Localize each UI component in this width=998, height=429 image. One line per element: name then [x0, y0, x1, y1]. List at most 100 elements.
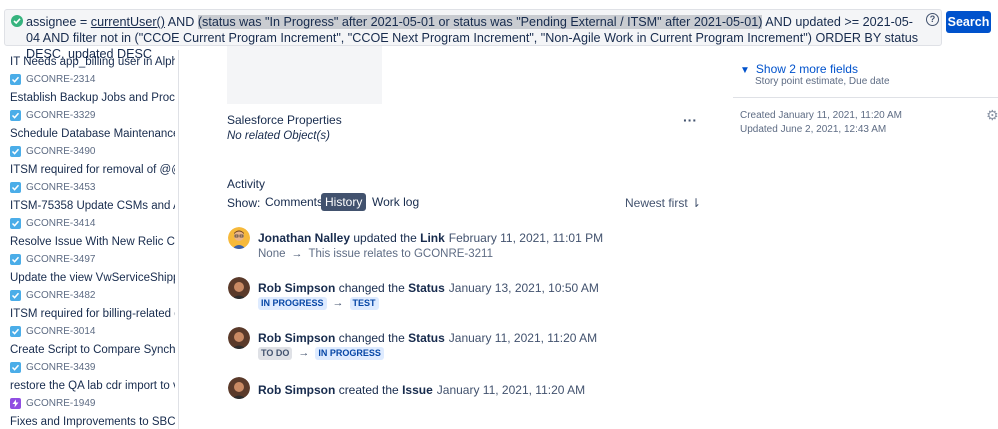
issue-meta: GCONRE-3497	[10, 252, 175, 266]
issue-key: GCONRE-2314	[26, 73, 96, 85]
chevron-down-icon: ▼	[740, 65, 750, 76]
list-item[interactable]: GCONRE-3414 Resolve Issue With New Relic …	[10, 216, 175, 250]
list-item[interactable]: GCONRE-1949 Fixes and Improvements to SBC…	[10, 396, 175, 429]
history-timestamp: January 13, 2021, 10:50 AM	[448, 281, 599, 295]
issue-summary: restore the QA lab cdr import to v...	[10, 380, 175, 392]
show-more-fields-list: Story point estimate, Due date	[755, 76, 890, 87]
issue-key: GCONRE-3414	[26, 217, 96, 229]
list-item[interactable]: GCONRE-3329 Schedule Database Maintenance…	[10, 108, 175, 142]
issue-summary: Resolve Issue With New Relic Colle...	[10, 236, 175, 248]
issue-summary: IT Needs app_billing user in Alpha ...	[10, 56, 175, 68]
history-verb: changed the	[338, 331, 405, 345]
arrow-right-icon: →	[298, 347, 310, 359]
issue-summary: Update the view VwServiceShippin...	[10, 272, 175, 284]
tab-history[interactable]: History	[321, 193, 367, 211]
list-item[interactable]: GCONRE-3490 ITSM required for removal of …	[10, 144, 175, 178]
history-to-value: This issue relates to GCONRE-3211	[308, 248, 494, 260]
avatar[interactable]	[228, 277, 250, 299]
status-lozenge-from: IN PROGRESS	[258, 297, 327, 310]
issue-summary: Create Script to Compare Synchron...	[10, 344, 175, 356]
task-checkbox-icon	[10, 181, 21, 193]
issue-key: GCONRE-3490	[26, 145, 96, 157]
issue-key: GCONRE-3453	[26, 181, 96, 193]
status-lozenge-to: TEST	[349, 297, 379, 310]
issue-key: GCONRE-3439	[26, 361, 96, 373]
help-icon[interactable]: ?	[926, 13, 939, 26]
issue-key: GCONRE-3014	[26, 325, 96, 337]
updated-timestamp: Updated June 2, 2021, 12:43 AM	[740, 124, 887, 135]
issue-key: GCONRE-1949	[26, 397, 96, 409]
history-verb: changed the	[338, 281, 405, 295]
history-author[interactable]: Rob Simpson	[258, 331, 335, 345]
arrow-right-icon: →	[332, 297, 344, 309]
sort-order-toggle[interactable]: Newest first ⇂	[625, 196, 701, 210]
activity-title: Activity	[227, 177, 266, 191]
history-verb: updated the	[353, 231, 417, 245]
more-actions-icon[interactable]: ···	[683, 112, 697, 128]
list-item[interactable]: GCONRE-3439 restore the QA lab cdr import…	[10, 360, 175, 394]
history-author[interactable]: Jonathan Nalley	[258, 231, 350, 245]
issue-summary: Establish Backup Jobs and Procedu...	[10, 92, 175, 104]
history-timestamp: January 11, 2021, 11:20 AM	[448, 331, 598, 345]
divider	[733, 97, 998, 98]
issue-summary: ITSM required for billing-related da...	[10, 308, 175, 320]
history-field: Issue	[402, 383, 433, 397]
history-verb: created the	[338, 383, 399, 397]
history-timestamp: February 11, 2021, 11:01 PM	[448, 231, 604, 245]
history-field: Status	[408, 281, 445, 295]
issue-key: GCONRE-3497	[26, 253, 96, 265]
avatar[interactable]	[228, 227, 250, 249]
issue-meta: GCONRE-1949	[10, 396, 175, 410]
issue-meta: GCONRE-3014	[10, 324, 175, 338]
issue-meta: GCONRE-3453	[10, 180, 175, 194]
task-checkbox-icon	[10, 289, 21, 301]
list-item[interactable]: GCONRE-3482 ITSM required for billing-rel…	[10, 288, 175, 322]
list-item[interactable]: GCONRE-2314 Establish Backup Jobs and Pro…	[10, 72, 175, 106]
show-more-label: Show 2 more fields	[755, 62, 858, 76]
task-checkbox-icon	[10, 73, 21, 85]
task-checkbox-icon	[10, 217, 21, 229]
history-from-value: None	[258, 248, 286, 260]
list-item[interactable]: GCONRE-3453 ITSM-75358 Update CSMs and Ac…	[10, 180, 175, 214]
task-checkbox-icon	[10, 109, 21, 121]
jql-query-bar[interactable]: assignee = currentUser() AND (status was…	[4, 9, 942, 61]
history-author[interactable]: Rob Simpson	[258, 383, 335, 397]
task-checkbox-icon	[10, 253, 21, 265]
list-item[interactable]: GCONRE-3014 Create Script to Compare Sync…	[10, 324, 175, 358]
query-part: assignee =	[26, 15, 91, 29]
issue-summary: ITSM-75358 Update CSMs and Acc...	[10, 200, 175, 212]
history-field: Status	[408, 331, 445, 345]
list-item[interactable]: GCONRE-3497 Update the view VwServiceShip…	[10, 252, 175, 286]
gear-icon[interactable]: ⚙	[986, 108, 998, 122]
issue-meta: GCONRE-3482	[10, 288, 175, 302]
issue-list: IT Needs app_billing user in Alpha ... GC…	[0, 50, 179, 429]
issue-key: GCONRE-3329	[26, 109, 96, 121]
sort-icon: ⇂	[691, 196, 702, 210]
avatar[interactable]	[228, 377, 250, 399]
history-entry: Rob Simpson changed the Status January 11…	[228, 327, 688, 363]
attachment-placeholder	[227, 46, 382, 104]
status-lozenge-from: TO DO	[258, 347, 293, 360]
search-button[interactable]: Search	[946, 11, 991, 33]
tab-work-log[interactable]: Work log	[368, 193, 423, 211]
epic-icon	[10, 397, 21, 409]
issue-summary: ITSM required for removal of @@S...	[10, 164, 175, 176]
query-part: AND	[164, 15, 198, 29]
arrow-right-icon: →	[291, 248, 303, 260]
history-timestamp: January 11, 2021, 11:20 AM	[436, 383, 586, 397]
query-valid-check-icon	[11, 15, 23, 27]
sort-order-label: Newest first	[625, 196, 688, 210]
history-author[interactable]: Rob Simpson	[258, 281, 335, 295]
status-lozenge-to: IN PROGRESS	[315, 347, 384, 360]
task-checkbox-icon	[10, 325, 21, 337]
task-checkbox-icon	[10, 361, 21, 373]
avatar[interactable]	[228, 327, 250, 349]
list-item[interactable]: IT Needs app_billing user in Alpha ...	[10, 50, 175, 70]
show-more-fields-link[interactable]: ▼ Show 2 more fields	[740, 62, 858, 76]
created-timestamp: Created January 11, 2021, 11:20 AM	[740, 110, 902, 121]
show-label: Show:	[227, 196, 261, 210]
issue-summary: Fixes and Improvements to SBC DB...	[10, 416, 175, 428]
history-entry: Rob Simpson created the Issue January 11,…	[228, 377, 688, 401]
tab-comments[interactable]: Comments	[261, 193, 327, 211]
salesforce-empty-message: No related Object(s)	[227, 130, 330, 142]
